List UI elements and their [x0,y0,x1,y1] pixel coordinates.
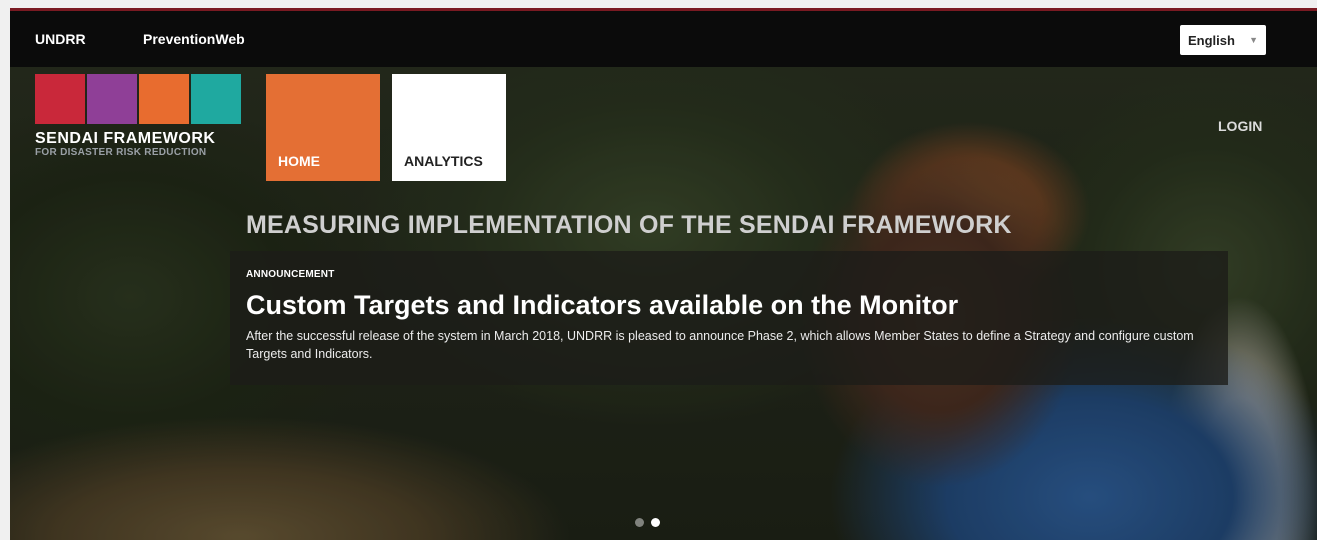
logo-square-red [35,74,85,124]
carousel-dot-2[interactable] [651,518,660,527]
logo-subtitle: FOR DISASTER RISK REDUCTION [35,147,207,158]
logo-square-purple [87,74,137,124]
logo-square-orange [139,74,189,124]
logo-squares [35,74,245,124]
nav-home-tile[interactable]: HOME [266,74,380,181]
announcement-text: After the successful release of the syst… [246,329,1194,361]
carousel-dot-1[interactable] [635,518,644,527]
nav-home-label: HOME [278,153,320,169]
chevron-down-icon: ▼ [1249,35,1258,45]
preventionweb-link[interactable]: PreventionWeb [143,31,245,47]
carousel-dots [635,518,660,527]
announcement-title[interactable]: Custom Targets and Indicators available … [246,290,1212,321]
top-bar: UNDRR PreventionWeb English ▼ [10,11,1317,67]
login-link[interactable]: LOGIN [1218,118,1262,134]
sendai-logo[interactable]: SENDAI FRAMEWORK FOR DISASTER RISK REDUC… [35,74,245,159]
logo-square-teal [191,74,241,124]
announcement-panel: ANNOUNCEMENT Custom Targets and Indicato… [230,251,1228,385]
language-value: English [1188,32,1235,48]
nav-analytics-label: ANALYTICS [404,153,483,169]
nav-analytics-tile[interactable]: ANALYTICS [392,74,506,181]
undrr-link[interactable]: UNDRR [35,31,86,47]
announcement-label: ANNOUNCEMENT [246,269,335,280]
language-select[interactable]: English ▼ [1180,25,1266,55]
page-frame: UNDRR PreventionWeb English ▼ SENDAI FRA… [10,8,1317,540]
hero-headline: MEASURING IMPLEMENTATION OF THE SENDAI F… [246,211,1012,239]
logo-title: SENDAI FRAMEWORK [35,130,216,147]
